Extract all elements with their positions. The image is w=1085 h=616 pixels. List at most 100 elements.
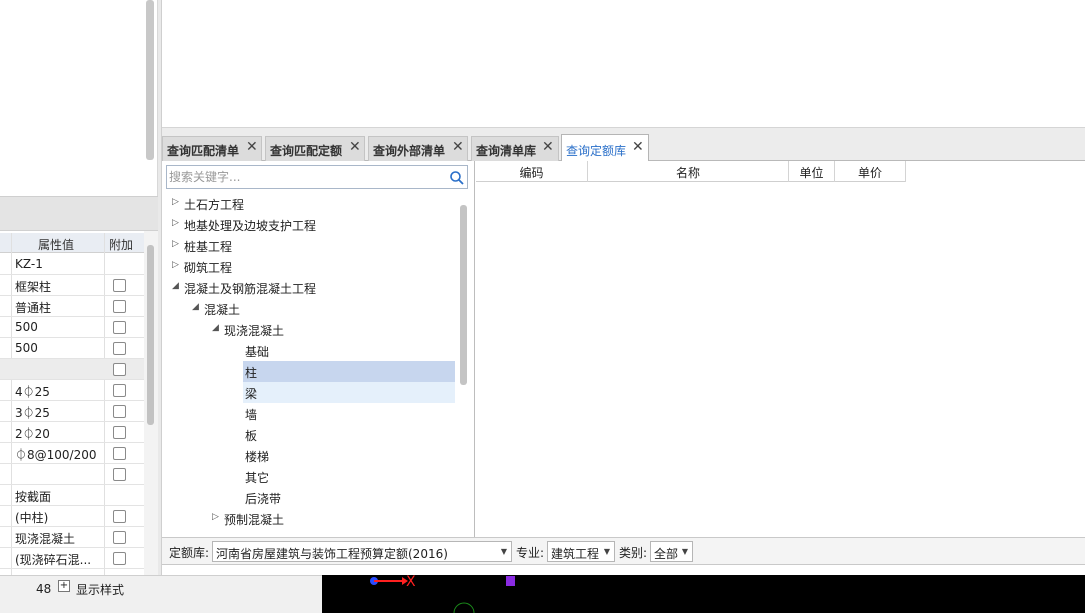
close-icon[interactable]: ✕ (542, 139, 554, 155)
collapse-arrow-icon[interactable]: ◢ (192, 302, 202, 312)
property-row[interactable]: 按截面 (0, 485, 144, 506)
tab-query-quota-library[interactable]: 查询定额库 ✕ (561, 134, 649, 162)
tree-scrollbar[interactable] (460, 205, 467, 385)
major-label: 专业: (516, 546, 545, 560)
filter-bar: 定额库: 河南省房屋建筑与装饰工程预算定额(2016) ▼ 专业: 建筑工程 ▼… (162, 537, 1085, 565)
property-value[interactable]: 现浇混凝土 (15, 530, 75, 547)
property-row[interactable] (0, 464, 144, 485)
display-style-label: 显示样式 (76, 583, 125, 597)
property-row[interactable]: 框架柱 (0, 275, 144, 296)
property-row[interactable]: 4⏀25 (0, 380, 144, 401)
tab-query-list-library[interactable]: 查询清单库 ✕ (471, 136, 559, 161)
property-table: 属性值 附加 KZ-1 框架柱普通柱 500 500 4⏀25 3⏀25 2⏀20 ⏀8@10… (0, 230, 158, 575)
tree-leaf[interactable]: 梁 (243, 382, 455, 403)
property-row[interactable]: 500 (0, 338, 144, 359)
property-row[interactable]: 2⏀20 (0, 422, 144, 443)
tab-label: 查询外部清单 (373, 144, 446, 158)
column-code[interactable]: 编码 (476, 161, 588, 182)
attach-checkbox[interactable] (113, 447, 126, 460)
property-value[interactable]: 普通柱 (15, 299, 51, 316)
property-row[interactable]: ⏀8@100/200 (0, 443, 144, 464)
close-icon[interactable]: ✕ (452, 139, 464, 155)
property-value[interactable]: (现浇碎石混... (15, 551, 91, 568)
quota-tree-panel: ▷ 土石方工程 ▷ 地基处理及边坡支护工程 ▷ 桩基工程 ▷ 砌筑工程 ◢ 混凝… (162, 161, 475, 537)
property-row[interactable]: 普通柱 (0, 296, 144, 317)
tree-leaf[interactable]: 楼梯 (243, 445, 455, 466)
property-row[interactable]: (中柱) (0, 506, 144, 527)
tree-leaf[interactable]: 板 (243, 424, 455, 445)
column-name[interactable]: 名称 (588, 161, 789, 182)
collapse-arrow-icon[interactable]: ◢ (212, 323, 222, 333)
property-value[interactable]: 4⏀25 (15, 383, 50, 400)
close-icon[interactable]: ✕ (349, 139, 361, 155)
property-value[interactable]: 500 (15, 320, 38, 334)
spacer (162, 565, 1085, 575)
category-label: 类别: (619, 546, 648, 560)
close-icon[interactable]: ✕ (246, 139, 258, 155)
property-value[interactable]: (中柱) (15, 509, 48, 526)
attach-checkbox[interactable] (113, 426, 126, 439)
column-unit-price[interactable]: 单价 (835, 161, 906, 182)
major-select[interactable]: 建筑工程 ▼ (547, 541, 615, 562)
tree-leaf[interactable]: 墙 (243, 403, 455, 424)
property-row[interactable]: (现浇碎石混... (0, 548, 144, 569)
category-select[interactable]: 全部 ▼ (650, 541, 693, 562)
expand-arrow-icon[interactable]: ▷ (172, 260, 182, 270)
attach-checkbox[interactable] (113, 300, 126, 313)
left-top-panel (0, 0, 158, 196)
tree-leaf-label: 其它 (245, 471, 270, 485)
tree-leaf[interactable]: 后浇带 (243, 487, 455, 508)
expand-arrow-icon[interactable]: ▷ (172, 197, 182, 207)
expand-arrow-icon[interactable]: ▷ (172, 218, 182, 228)
property-value[interactable]: ⏀8@100/200 (15, 446, 97, 463)
property-row[interactable]: 现浇混凝土 (0, 527, 144, 548)
attach-checkbox[interactable] (113, 468, 126, 481)
attach-checkbox[interactable] (113, 384, 126, 397)
property-row[interactable] (0, 359, 144, 380)
expand-arrow-icon[interactable]: ▷ (212, 512, 222, 522)
left-top-scrollbar[interactable] (146, 0, 154, 160)
property-value[interactable]: KZ-1 (15, 257, 43, 271)
drawing-canvas[interactable] (322, 575, 1085, 614)
expand-arrow-icon[interactable]: ▷ (172, 239, 182, 249)
attach-checkbox[interactable] (113, 405, 126, 418)
tab-label: 查询匹配定额 (270, 144, 343, 158)
dropdown-arrow-icon: ▼ (500, 547, 507, 556)
attach-checkbox[interactable] (113, 342, 126, 355)
property-row[interactable]: KZ-1 (0, 254, 144, 275)
close-icon[interactable]: ✕ (632, 139, 644, 155)
expand-icon[interactable]: + (58, 580, 70, 592)
property-value[interactable]: 按截面 (15, 488, 51, 505)
tab-label: 查询定额库 (566, 144, 627, 158)
property-scrollbar-thumb[interactable] (147, 245, 154, 425)
property-value[interactable]: 3⏀25 (15, 404, 50, 421)
property-value[interactable]: 500 (15, 341, 38, 355)
search-box[interactable] (166, 165, 468, 189)
property-table-header: 属性值 附加 (0, 233, 144, 253)
attach-checkbox[interactable] (113, 510, 126, 523)
attach-checkbox[interactable] (113, 363, 126, 376)
collapse-arrow-icon[interactable]: ◢ (172, 281, 182, 291)
attach-checkbox[interactable] (113, 552, 126, 565)
property-row[interactable]: 500 (0, 317, 144, 338)
column-unit[interactable]: 单位 (789, 161, 835, 182)
dropdown-arrow-icon: ▼ (681, 547, 688, 556)
search-icon[interactable] (449, 170, 465, 186)
attach-checkbox[interactable] (113, 321, 126, 334)
tab-query-match-list[interactable]: 查询匹配清单 ✕ (162, 136, 262, 161)
left-panel-divider (0, 196, 158, 230)
row-number: 48 (36, 582, 52, 596)
quota-library-select[interactable]: 河南省房屋建筑与装饰工程预算定额(2016) ▼ (212, 541, 512, 562)
property-row[interactable]: 3⏀25 (0, 401, 144, 422)
attach-checkbox[interactable] (113, 279, 126, 292)
tree-leaf[interactable]: 柱 (243, 361, 455, 382)
tab-query-external-list[interactable]: 查询外部清单 ✕ (368, 136, 468, 161)
property-value[interactable]: 框架柱 (15, 278, 51, 295)
attach-checkbox[interactable] (113, 531, 126, 544)
search-input[interactable] (169, 168, 439, 186)
tree-leaf[interactable]: 基础 (243, 340, 455, 361)
property-value[interactable]: 2⏀20 (15, 425, 50, 442)
tab-query-match-quota[interactable]: 查询匹配定额 ✕ (265, 136, 365, 161)
x-axis-label: X (406, 574, 416, 590)
tree-leaf[interactable]: 其它 (243, 466, 455, 487)
